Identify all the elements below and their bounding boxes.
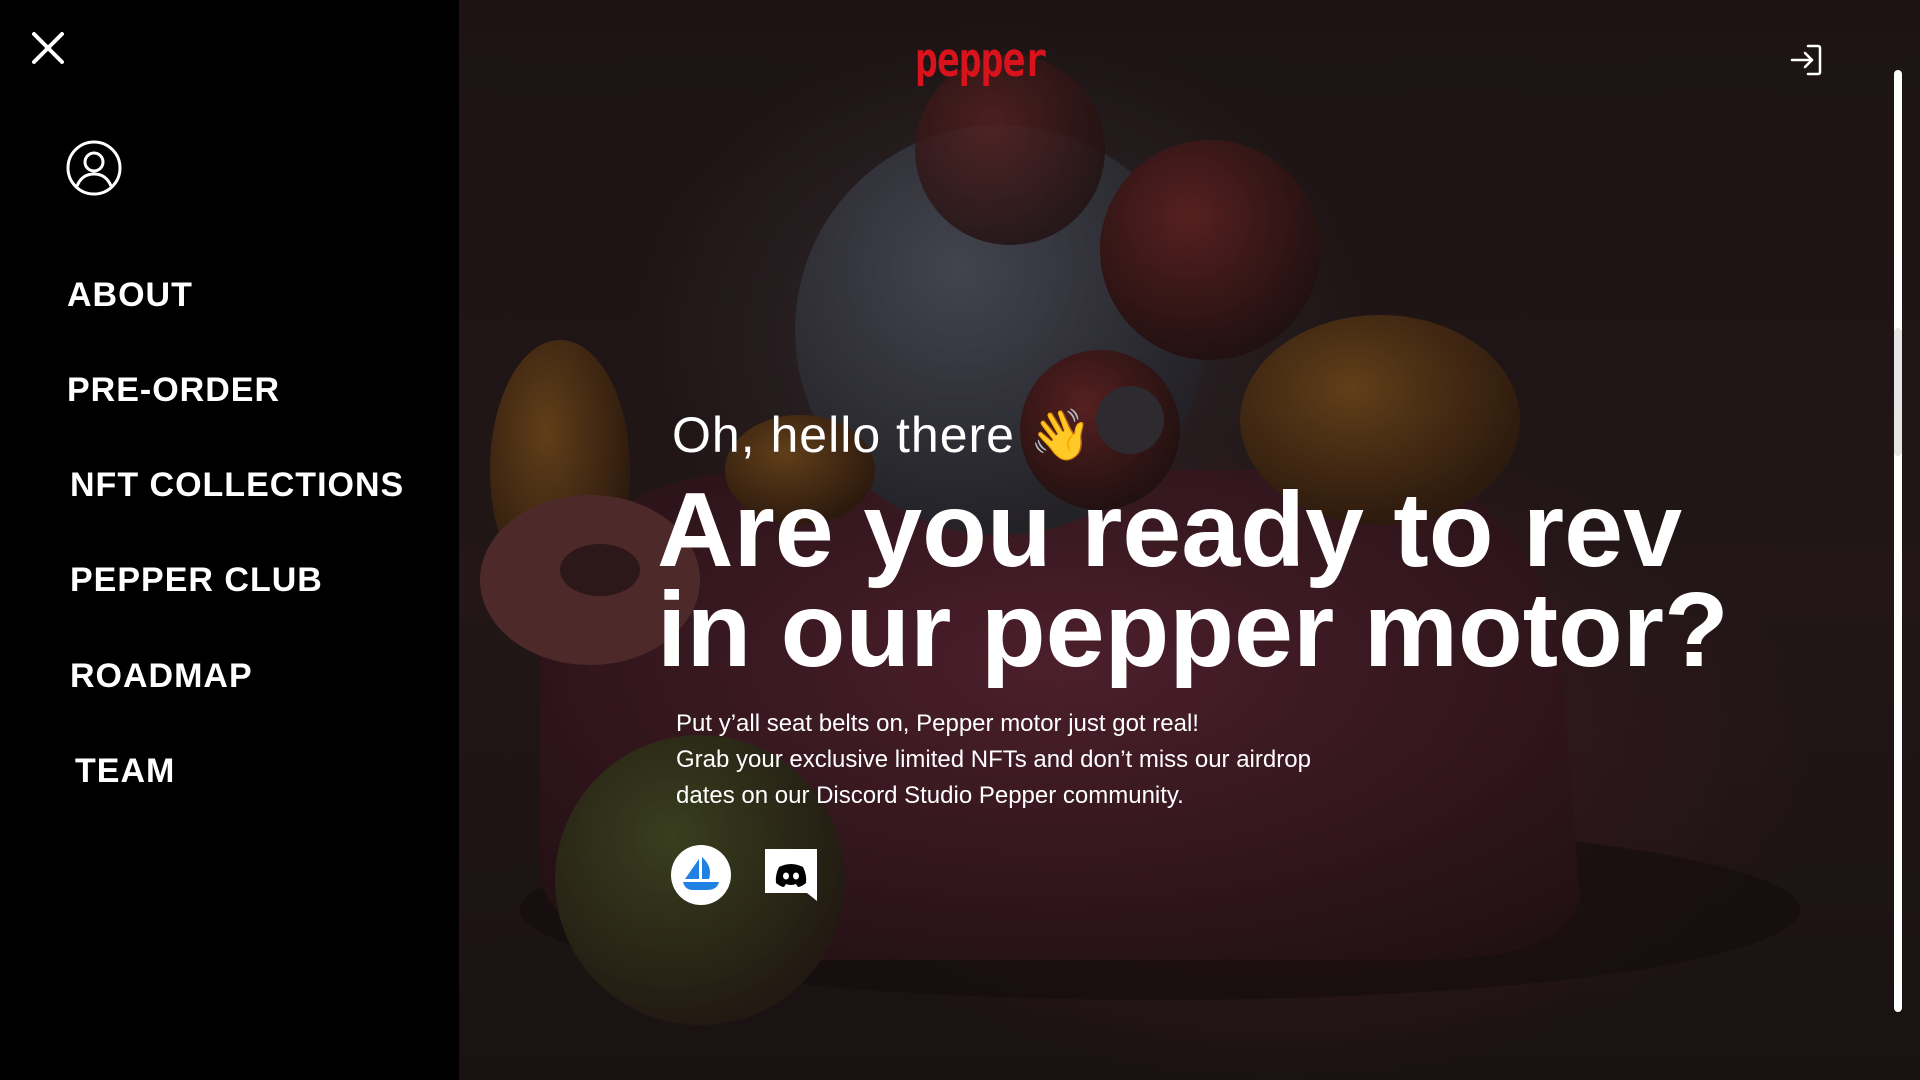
close-drawer-button[interactable] (28, 28, 68, 68)
hero-greeting: Oh, hello there 👋 (672, 407, 1094, 463)
hero-description-line: dates on our Discord Studio Pepper commu… (676, 782, 1184, 809)
hero-description-line: Put y’all seat belts on, Pepper motor ju… (676, 710, 1199, 737)
account-button[interactable] (66, 140, 122, 196)
opensea-icon (671, 845, 731, 905)
hero-description: Put y’all seat belts on, Pepper motor ju… (676, 706, 1436, 814)
nav-item-team[interactable]: TEAM (75, 752, 175, 791)
nav-item-about[interactable]: ABOUT (67, 276, 193, 315)
login-arrow-icon (1790, 44, 1822, 76)
hero-headline: Are you ready to rev in our pepper motor… (657, 471, 1729, 689)
hero-headline-line-1: Are you ready to rev (657, 471, 1683, 589)
scrollbar-thumb[interactable] (1894, 328, 1902, 456)
side-drawer: ABOUT PRE-ORDER NFT COLLECTIONS PEPPER C… (0, 0, 459, 1080)
login-button[interactable] (1786, 40, 1826, 80)
nav-item-nft-collections[interactable]: NFT COLLECTIONS (70, 466, 404, 505)
hero-description-line: Grab your exclusive limited NFTs and don… (676, 746, 1311, 773)
brand-logo[interactable]: pepper (915, 36, 1047, 84)
close-icon (32, 32, 64, 64)
nav-item-roadmap[interactable]: ROADMAP (70, 657, 253, 696)
discord-link[interactable] (761, 845, 821, 905)
discord-icon (765, 849, 817, 901)
opensea-link[interactable] (671, 845, 731, 905)
hero-headline-line-2: in our pepper motor? (657, 571, 1729, 689)
page: pepper Oh, hello there 👋 Are you ready t… (0, 0, 1920, 1080)
scrollbar-track[interactable] (1894, 70, 1902, 1012)
nav-item-pepper-club[interactable]: PEPPER CLUB (70, 561, 323, 600)
nav-item-pre-order[interactable]: PRE-ORDER (67, 371, 280, 410)
user-circle-icon (66, 140, 122, 196)
